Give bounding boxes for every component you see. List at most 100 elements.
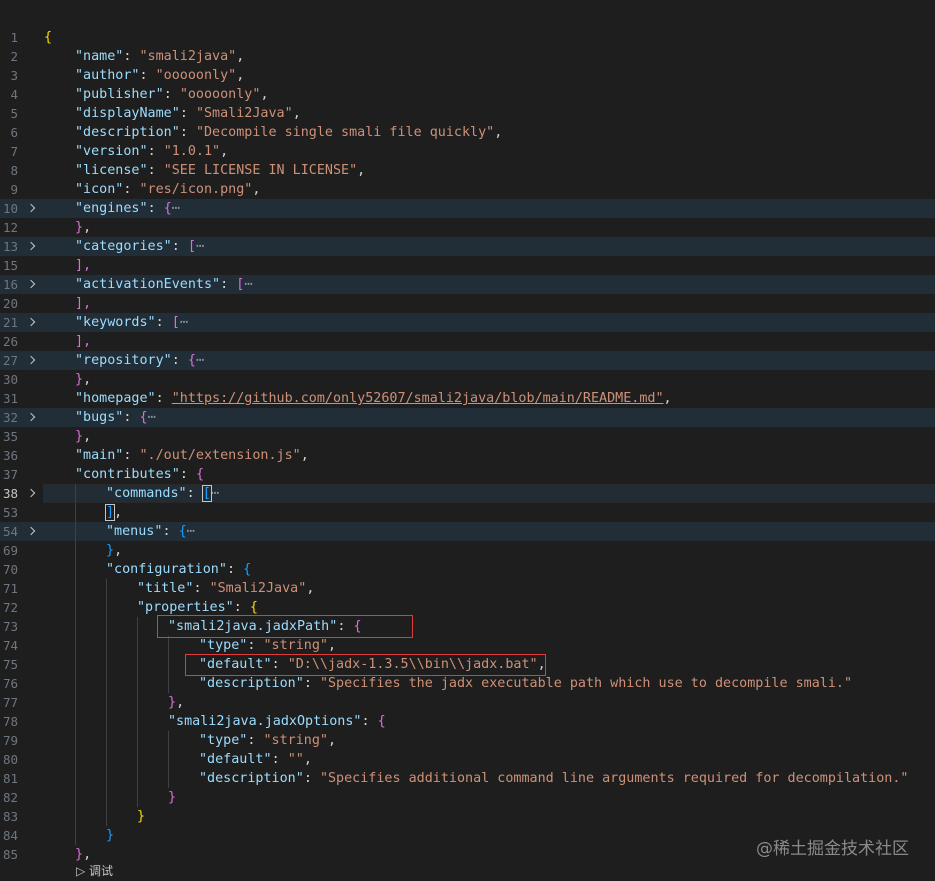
indent-guide (168, 750, 169, 769)
code-line[interactable]: 71 "title": "Smali2Java", (0, 579, 935, 598)
indent-guide (137, 712, 138, 731)
code-line[interactable]: 7 "version": "1.0.1", (0, 142, 935, 161)
indent-guide (106, 693, 107, 712)
code-line[interactable]: 21 "keywords": [⋯ (0, 313, 935, 332)
code-line[interactable]: 4 "publisher": "ooooonly", (0, 85, 935, 104)
highlight-box-default (185, 654, 546, 676)
line-number: 77 (2, 695, 18, 710)
indent-guide (168, 769, 169, 788)
code-line[interactable]: 54 "menus": {⋯ (0, 522, 935, 541)
code-text: "description": "Specifies the jadx execu… (199, 676, 853, 691)
indent-guide (75, 826, 76, 845)
code-line[interactable]: 77}, (0, 693, 935, 712)
line-number: 69 (2, 543, 18, 558)
indent-guide (137, 674, 138, 693)
indent-guide (137, 731, 138, 750)
code-line[interactable]: 73 "smali2java.jadxPath": { (0, 617, 935, 636)
code-text: "smali2java.jadxOptions": { (168, 714, 386, 729)
code-text: "activationEvents": [⋯ (75, 277, 253, 292)
code-line[interactable]: 15], (0, 256, 935, 275)
code-line[interactable]: 78 "smali2java.jadxOptions": { (0, 712, 935, 731)
line-number: 15 (2, 258, 18, 273)
code-line[interactable]: 79 "type": "string", (0, 731, 935, 750)
indent-guide (168, 655, 169, 674)
indent-guide (75, 807, 76, 826)
line-number: 21 (2, 315, 18, 330)
code-text: "icon": "res/icon.png", (75, 182, 261, 197)
code-line[interactable]: 37 "contributes": { (0, 465, 935, 484)
code-line[interactable]: 3 "author": "ooooonly", (0, 66, 935, 85)
code-text: "repository": {⋯ (75, 353, 204, 368)
code-line[interactable]: 8 "license": "SEE LICENSE IN LICENSE", (0, 161, 935, 180)
code-line[interactable]: 76 "description": "Specifies the jadx exe… (0, 674, 935, 693)
code-line[interactable]: 10 "engines": {⋯ (0, 199, 935, 218)
code-line[interactable]: 26], (0, 332, 935, 351)
code-text: "type": "string", (199, 638, 337, 653)
code-text: }, (75, 372, 92, 387)
line-number: 75 (2, 657, 18, 672)
indent-guide (106, 636, 107, 655)
code-text: "type": "string", (199, 733, 337, 748)
line-number: 78 (2, 714, 18, 729)
code-line[interactable]: 70 "configuration": { (0, 560, 935, 579)
debug-codelens[interactable]: ▷ 调试 (76, 862, 113, 879)
code-line[interactable]: 20], (0, 294, 935, 313)
code-line[interactable]: 36 "main": "./out/extension.js", (0, 446, 935, 465)
indent-guide (137, 693, 138, 712)
code-line[interactable]: 38 "commands": [⋯ (0, 484, 935, 503)
code-text: "menus": {⋯ (106, 524, 195, 539)
line-number: 38 (2, 486, 18, 501)
code-line[interactable]: 32 "bugs": {⋯ (0, 408, 935, 427)
indent-guide (75, 503, 76, 522)
code-text: "displayName": "Smali2Java", (75, 106, 301, 121)
line-number: 73 (2, 619, 18, 634)
code-text: }, (106, 543, 123, 558)
code-line[interactable]: 69}, (0, 541, 935, 560)
watermark: @稀土掘金技术社区 (756, 839, 909, 859)
code-line[interactable]: 81 "description": "Specifies additional c… (0, 769, 935, 788)
line-number: 12 (2, 220, 18, 235)
code-line[interactable]: 2 "name": "smali2java", (0, 47, 935, 66)
code-text: }, (75, 220, 92, 235)
code-text: } (168, 790, 177, 805)
line-number: 16 (2, 277, 18, 292)
code-line[interactable]: 1{ (0, 28, 935, 47)
code-text: "engines": {⋯ (75, 201, 180, 216)
code-line[interactable]: 83} (0, 807, 935, 826)
code-line[interactable]: 35}, (0, 427, 935, 446)
code-line[interactable]: 30}, (0, 370, 935, 389)
line-number: 54 (2, 524, 18, 539)
code-line[interactable]: 5 "displayName": "Smali2Java", (0, 104, 935, 123)
code-text: }, (75, 429, 92, 444)
indent-guide (75, 712, 76, 731)
code-line[interactable]: 31 "homepage": "https://github.com/only52… (0, 389, 935, 408)
indent-guide (75, 693, 76, 712)
code-line[interactable]: 80 "default": "", (0, 750, 935, 769)
code-text: } (106, 828, 115, 843)
code-text: "description": "Decompile single smali f… (75, 125, 503, 140)
code-text: "categories": [⋯ (75, 239, 204, 254)
code-line[interactable]: 16 "activationEvents": [⋯ (0, 275, 935, 294)
indent-guide (106, 750, 107, 769)
code-line[interactable]: 74 "type": "string", (0, 636, 935, 655)
code-line[interactable]: 27 "repository": {⋯ (0, 351, 935, 370)
code-text: "contributes": { (75, 467, 204, 482)
line-number: 70 (2, 562, 18, 577)
code-editor[interactable]: 1{2 "name": "smali2java", 3 "author": "oooo… (0, 28, 935, 864)
indent-guide (75, 655, 76, 674)
code-line[interactable]: 13 "categories": [⋯ (0, 237, 935, 256)
code-text: ], (75, 258, 92, 273)
code-text: "homepage": "https://github.com/only5260… (75, 391, 672, 406)
code-line[interactable]: 82} (0, 788, 935, 807)
code-line[interactable]: 12}, (0, 218, 935, 237)
code-line[interactable]: 53], (0, 503, 935, 522)
code-line[interactable]: 9 "icon": "res/icon.png", (0, 180, 935, 199)
indent-guide (137, 750, 138, 769)
indent-guide (106, 769, 107, 788)
code-line[interactable]: 72 "properties": { (0, 598, 935, 617)
line-number: 83 (2, 809, 18, 824)
line-number: 84 (2, 828, 18, 843)
line-number: 10 (2, 201, 18, 216)
code-line[interactable]: 6 "description": "Decompile single smali … (0, 123, 935, 142)
debug-label: 调试 (89, 864, 114, 878)
